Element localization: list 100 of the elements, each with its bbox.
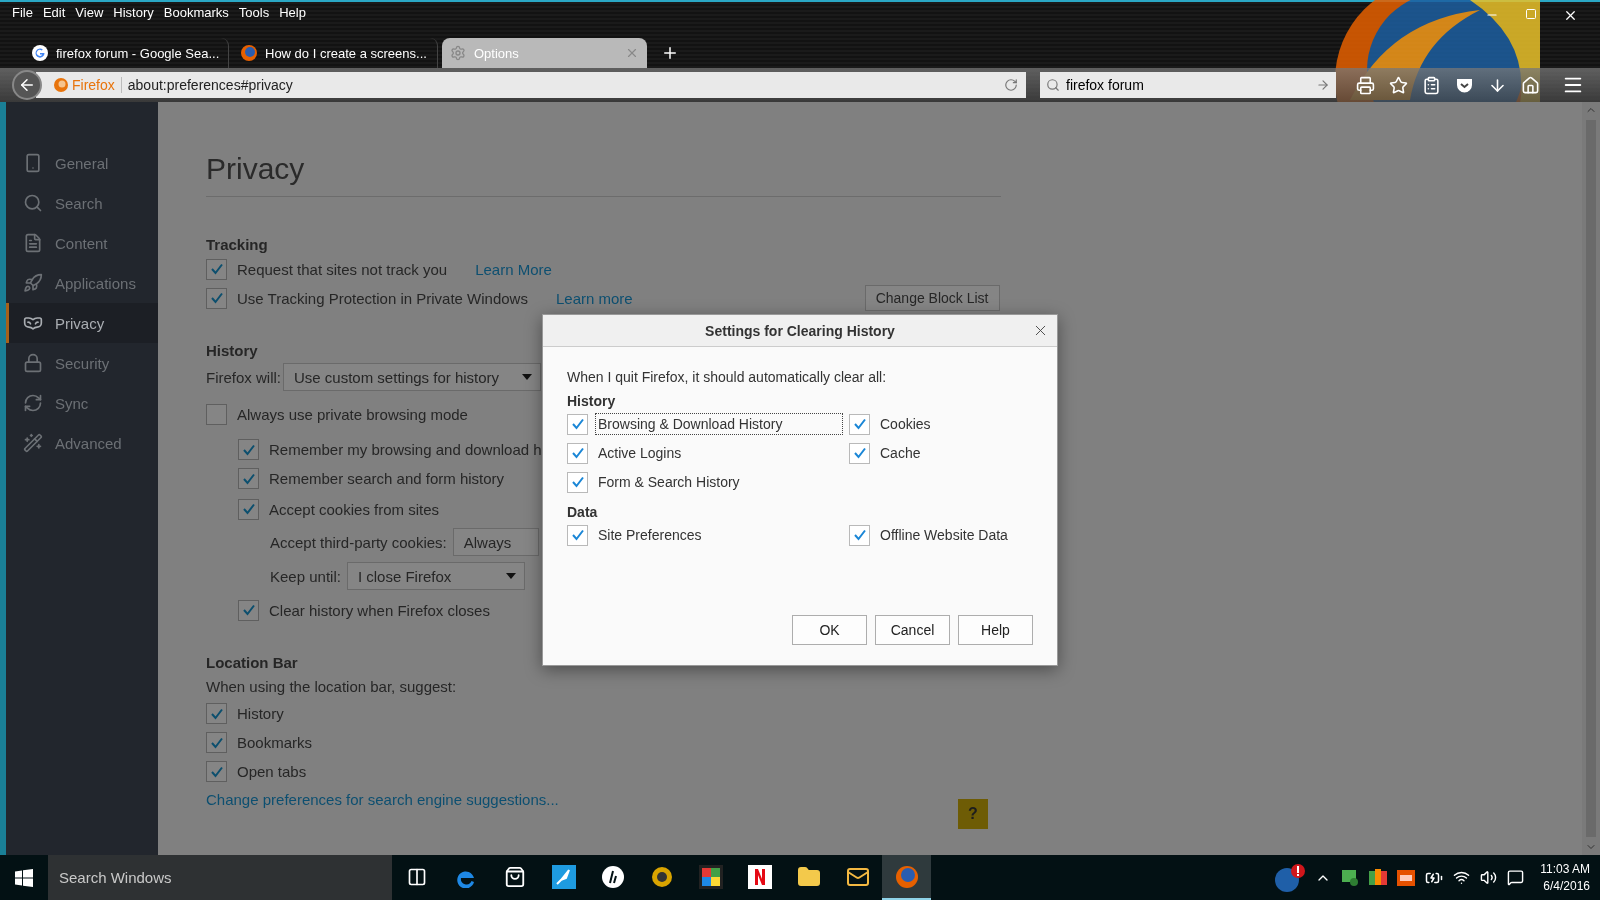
- panel-icon: [23, 153, 43, 173]
- fox-globe-icon: [54, 78, 68, 92]
- address-bar[interactable]: Firefox about:preferences#privacy: [36, 72, 1026, 98]
- home-icon[interactable]: [1521, 75, 1540, 95]
- checkbox[interactable]: [206, 761, 227, 782]
- checkbox[interactable]: [567, 471, 588, 493]
- checkbox[interactable]: [206, 732, 227, 753]
- check-icon: [209, 263, 224, 275]
- menu-item[interactable]: File: [8, 4, 37, 20]
- page-title: Privacy: [206, 152, 1001, 197]
- letter-tile-icon: [747, 864, 772, 889]
- gear-icon: [450, 45, 466, 61]
- checkbox-label: Bookmarks: [237, 734, 313, 751]
- sidebar-item[interactable]: Privacy: [6, 303, 158, 343]
- menu-item[interactable]: View: [71, 4, 108, 20]
- close-icon[interactable]: [1563, 8, 1578, 23]
- checkbox[interactable]: [567, 442, 588, 464]
- star-icon[interactable]: [1389, 75, 1408, 95]
- taskbar-search-field[interactable]: Search Windows: [48, 855, 392, 900]
- field-label: Accept third-party cookies:: [270, 533, 447, 551]
- menu-item[interactable]: Edit: [38, 4, 70, 20]
- dialog-button[interactable]: Cancel: [875, 615, 950, 645]
- checkbox[interactable]: [206, 258, 227, 280]
- back-button[interactable]: [12, 70, 42, 100]
- rocket-tile-icon: [551, 864, 576, 889]
- windows-logo-icon: [15, 868, 33, 887]
- clock[interactable]: 11:03 AM 6/4/2016: [1540, 860, 1590, 895]
- menu-item[interactable]: Tools: [234, 4, 274, 20]
- check-icon: [570, 476, 585, 488]
- clipboard-icon[interactable]: [1422, 75, 1441, 95]
- check-icon: [570, 529, 585, 541]
- checkbox-label: History: [237, 705, 284, 722]
- reload-icon[interactable]: [1004, 78, 1018, 92]
- third-party-dropdown[interactable]: Always: [452, 528, 539, 556]
- checkbox[interactable]: [238, 439, 259, 460]
- menu-item[interactable]: History: [109, 4, 158, 20]
- checkbox[interactable]: [849, 413, 870, 435]
- store-bag-icon: [503, 865, 526, 888]
- checkbox-label: Cache: [879, 444, 922, 463]
- check-icon: [209, 292, 224, 304]
- checkbox-label: Clear history when Firefox closes: [269, 601, 490, 619]
- new-tab-icon[interactable]: [661, 44, 679, 62]
- change-block-list-button[interactable]: Change Block List: [864, 285, 1000, 311]
- check-icon: [241, 604, 256, 616]
- google-g-icon: [32, 45, 48, 61]
- wifi-icon[interactable]: [1453, 869, 1471, 886]
- checkbox[interactable]: [206, 287, 227, 309]
- dialog-button[interactable]: Help: [958, 615, 1033, 645]
- checkbox-label: Browsing & Download History: [596, 414, 842, 434]
- section-heading: Location Bar: [206, 652, 299, 673]
- search-field[interactable]: firefox forum: [1040, 72, 1336, 98]
- check-icon: [241, 503, 256, 515]
- tab-title: Options: [474, 45, 520, 61]
- menu-item[interactable]: Bookmarks: [159, 4, 233, 20]
- checkbox-label: Always use private browsing mode: [237, 405, 468, 423]
- checkbox[interactable]: [238, 468, 259, 489]
- bee-icon: [650, 865, 673, 888]
- checkbox[interactable]: [567, 413, 588, 435]
- checkbox-label: Open tabs: [237, 763, 307, 780]
- lock-icon: [23, 353, 43, 373]
- checkbox[interactable]: [849, 442, 870, 464]
- checkbox-label: Remember my browsing and download h: [269, 441, 542, 458]
- fox-globe-icon: [241, 45, 257, 61]
- checkbox[interactable]: [238, 599, 259, 621]
- section-heading: Tracking: [206, 234, 269, 255]
- dialog-button[interactable]: OK: [792, 615, 867, 645]
- caret-icon: [522, 374, 532, 380]
- field-label: Keep until:: [270, 567, 341, 585]
- caret-icon: [505, 573, 516, 579]
- task-view-icon: [406, 866, 427, 887]
- search-icon: [1046, 78, 1060, 92]
- check-icon: [241, 443, 256, 456]
- keep-until-dropdown[interactable]: I close Firefox: [346, 562, 525, 590]
- help-alert-icon[interactable]: [1275, 862, 1306, 893]
- checkbox[interactable]: [206, 403, 227, 425]
- volume-icon[interactable]: [1480, 869, 1498, 886]
- checkbox-label: Use Tracking Protection in Private Windows: [237, 289, 528, 307]
- tray-app-icon[interactable]: [1397, 869, 1416, 886]
- checkbox[interactable]: [238, 498, 259, 520]
- scrollbar[interactable]: [1582, 102, 1600, 855]
- checkbox[interactable]: [206, 703, 227, 724]
- monitor-check-icon[interactable]: [1341, 868, 1360, 887]
- checkbox[interactable]: [849, 524, 870, 546]
- check-icon: [209, 736, 224, 749]
- puzzle-icon: [698, 864, 723, 889]
- notification-icon[interactable]: [1507, 869, 1525, 886]
- field-label: Firefox will:: [206, 368, 281, 386]
- print-icon[interactable]: [1356, 75, 1375, 95]
- wand-icon: [23, 433, 43, 453]
- sync-icon: [23, 393, 43, 413]
- fox-globe-icon: [894, 864, 919, 889]
- menu-item[interactable]: Help: [275, 4, 310, 20]
- colored-blocks-icon[interactable]: [1369, 868, 1388, 887]
- history-dropdown[interactable]: Use custom settings for history: [283, 363, 541, 391]
- section-heading: History: [206, 340, 259, 361]
- checkbox[interactable]: [567, 524, 588, 546]
- checkbox-label: Cookies: [879, 415, 932, 434]
- taskbar-app[interactable]: [882, 855, 931, 900]
- check-icon: [209, 707, 224, 720]
- rocket-icon: [23, 273, 43, 293]
